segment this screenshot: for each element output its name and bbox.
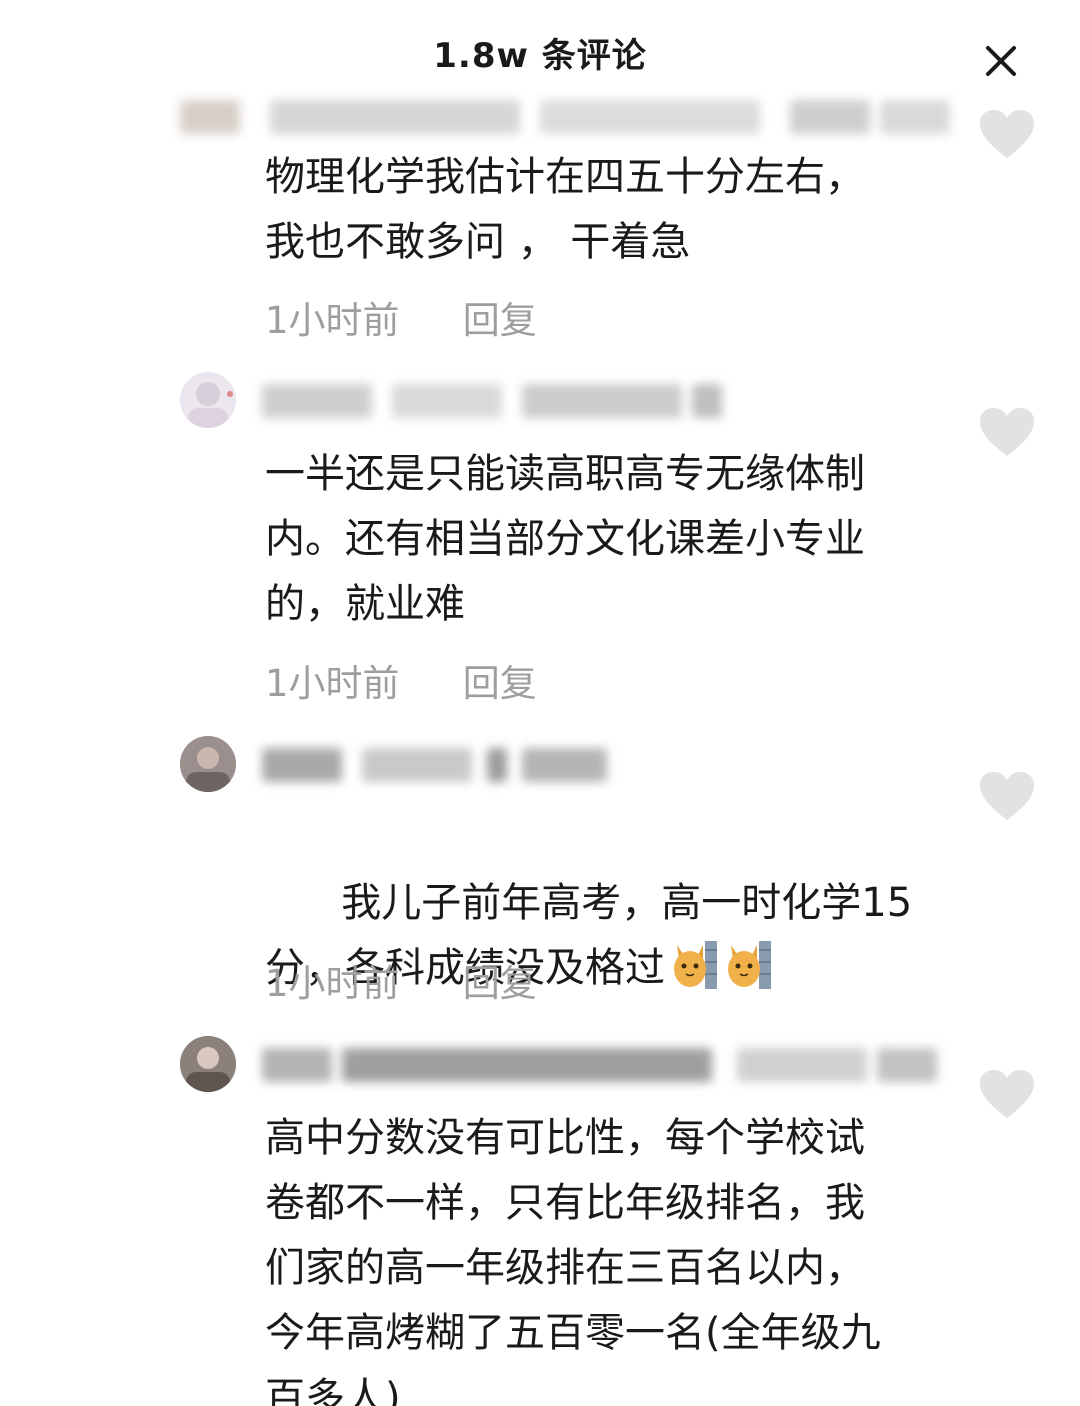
comment-time: 1小时前 (265, 962, 400, 1005)
reply-button[interactable]: 回复 (463, 962, 537, 1005)
heart-icon (980, 1070, 1034, 1118)
comment-text: 高中分数没有可比性，每个学校试 卷都不一样，只有比年级排名，我 们家的高一年级排… (265, 1115, 881, 1406)
username-redacted (262, 1048, 942, 1082)
comment-time: 1小时前 (265, 299, 400, 342)
comment-meta: 1小时前 回复 (265, 290, 537, 344)
comments-header: 1.8w 条评论 (0, 0, 1080, 100)
like-button[interactable] (978, 1068, 1036, 1120)
comment-meta: 1小时前 回复 (265, 953, 537, 1007)
comments-count-title: 1.8w 条评论 (433, 36, 647, 76)
cat-emoji-icon (671, 939, 719, 991)
heart-icon (980, 408, 1034, 456)
like-button[interactable] (978, 108, 1036, 160)
comment-text: 一半还是只能读高职高专无缘体制 内。还有相当部分文化课差小专业 的，就业难 (265, 451, 865, 627)
heart-icon (980, 772, 1034, 820)
avatar (180, 736, 236, 792)
avatar (180, 372, 236, 428)
comment-text: 我儿子前年高考，高一时化学15 分，各科成绩没及格过 (265, 806, 965, 1066)
heart-icon (980, 110, 1034, 158)
username-redacted (262, 748, 612, 782)
like-button[interactable] (978, 406, 1036, 458)
comments-panel: 1.8w 条评论 物理化学我估计在四五十分左右， 我也不敢多问 ， 干着急 1小… (0, 0, 1080, 1406)
like-button[interactable] (978, 770, 1036, 822)
reply-button[interactable]: 回复 (463, 662, 537, 705)
comment-time: 1小时前 (265, 662, 400, 705)
comment-text: 物理化学我估计在四五十分左右， 我也不敢多问 ， 干着急 (265, 154, 865, 265)
reply-button[interactable]: 回复 (463, 299, 537, 342)
avatar (180, 1036, 236, 1092)
username-redacted (262, 384, 722, 418)
username-redacted (180, 100, 960, 134)
comment-meta: 1小时前 回复 (265, 653, 537, 707)
close-icon (986, 46, 1016, 76)
cat-emoji-icon (725, 939, 773, 991)
close-button[interactable] (978, 38, 1024, 84)
